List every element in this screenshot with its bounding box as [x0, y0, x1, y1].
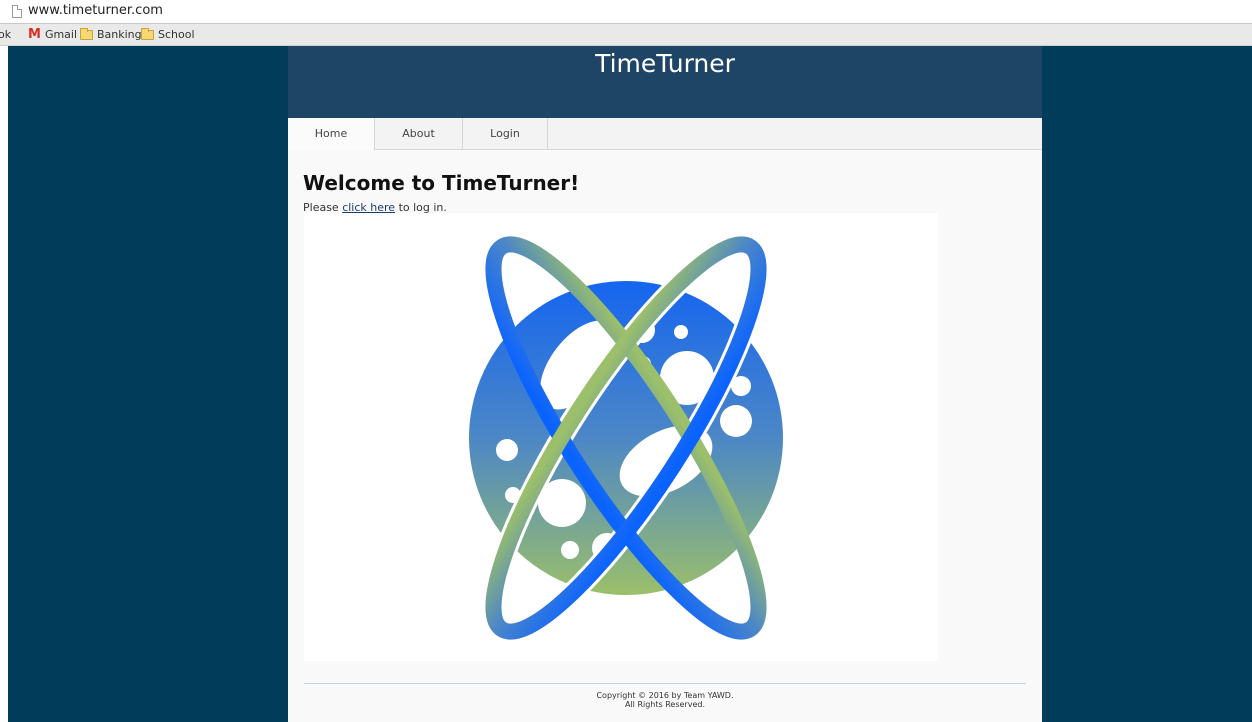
bookmark-label: School: [158, 28, 195, 41]
footer-divider: [304, 683, 1026, 684]
folder-icon: [141, 27, 154, 40]
address-bar[interactable]: www.timeturner.com: [0, 0, 1252, 24]
bookmarks-bar: ok M Gmail Banking School: [0, 24, 1252, 46]
main-nav: Home About Login: [288, 118, 1042, 150]
site-header: TimeTurner: [288, 46, 1042, 118]
folder-icon: [80, 27, 93, 40]
site-title: TimeTurner: [595, 49, 735, 78]
logo-image: [304, 213, 938, 661]
timeturner-logo: [469, 233, 783, 643]
page-icon: [12, 5, 22, 18]
bookmark-school[interactable]: School: [141, 27, 195, 41]
copyright-text: Copyright © 2016 by Team YAWD.: [596, 691, 734, 700]
site-container: TimeTurner Home About Login Welcome to T…: [288, 46, 1042, 722]
nav-home[interactable]: Home: [288, 118, 375, 150]
site-footer: Copyright © 2016 by Team YAWD. All Right…: [288, 691, 1042, 709]
bookmark-banking[interactable]: Banking: [80, 27, 142, 41]
page-heading: Welcome to TimeTurner!: [303, 171, 580, 195]
gmail-icon: M: [28, 27, 41, 42]
nav-login[interactable]: Login: [463, 118, 548, 149]
bookmark-label: Banking: [97, 28, 142, 41]
url-text[interactable]: www.timeturner.com: [28, 3, 163, 18]
bookmark-gmail[interactable]: M Gmail: [28, 28, 77, 41]
bookmark-label: ok: [0, 28, 12, 41]
rights-text: All Rights Reserved.: [624, 700, 705, 709]
bookmark-label: Gmail: [44, 28, 78, 41]
bookmark-partial[interactable]: ok: [0, 28, 11, 41]
nav-about[interactable]: About: [375, 118, 463, 149]
